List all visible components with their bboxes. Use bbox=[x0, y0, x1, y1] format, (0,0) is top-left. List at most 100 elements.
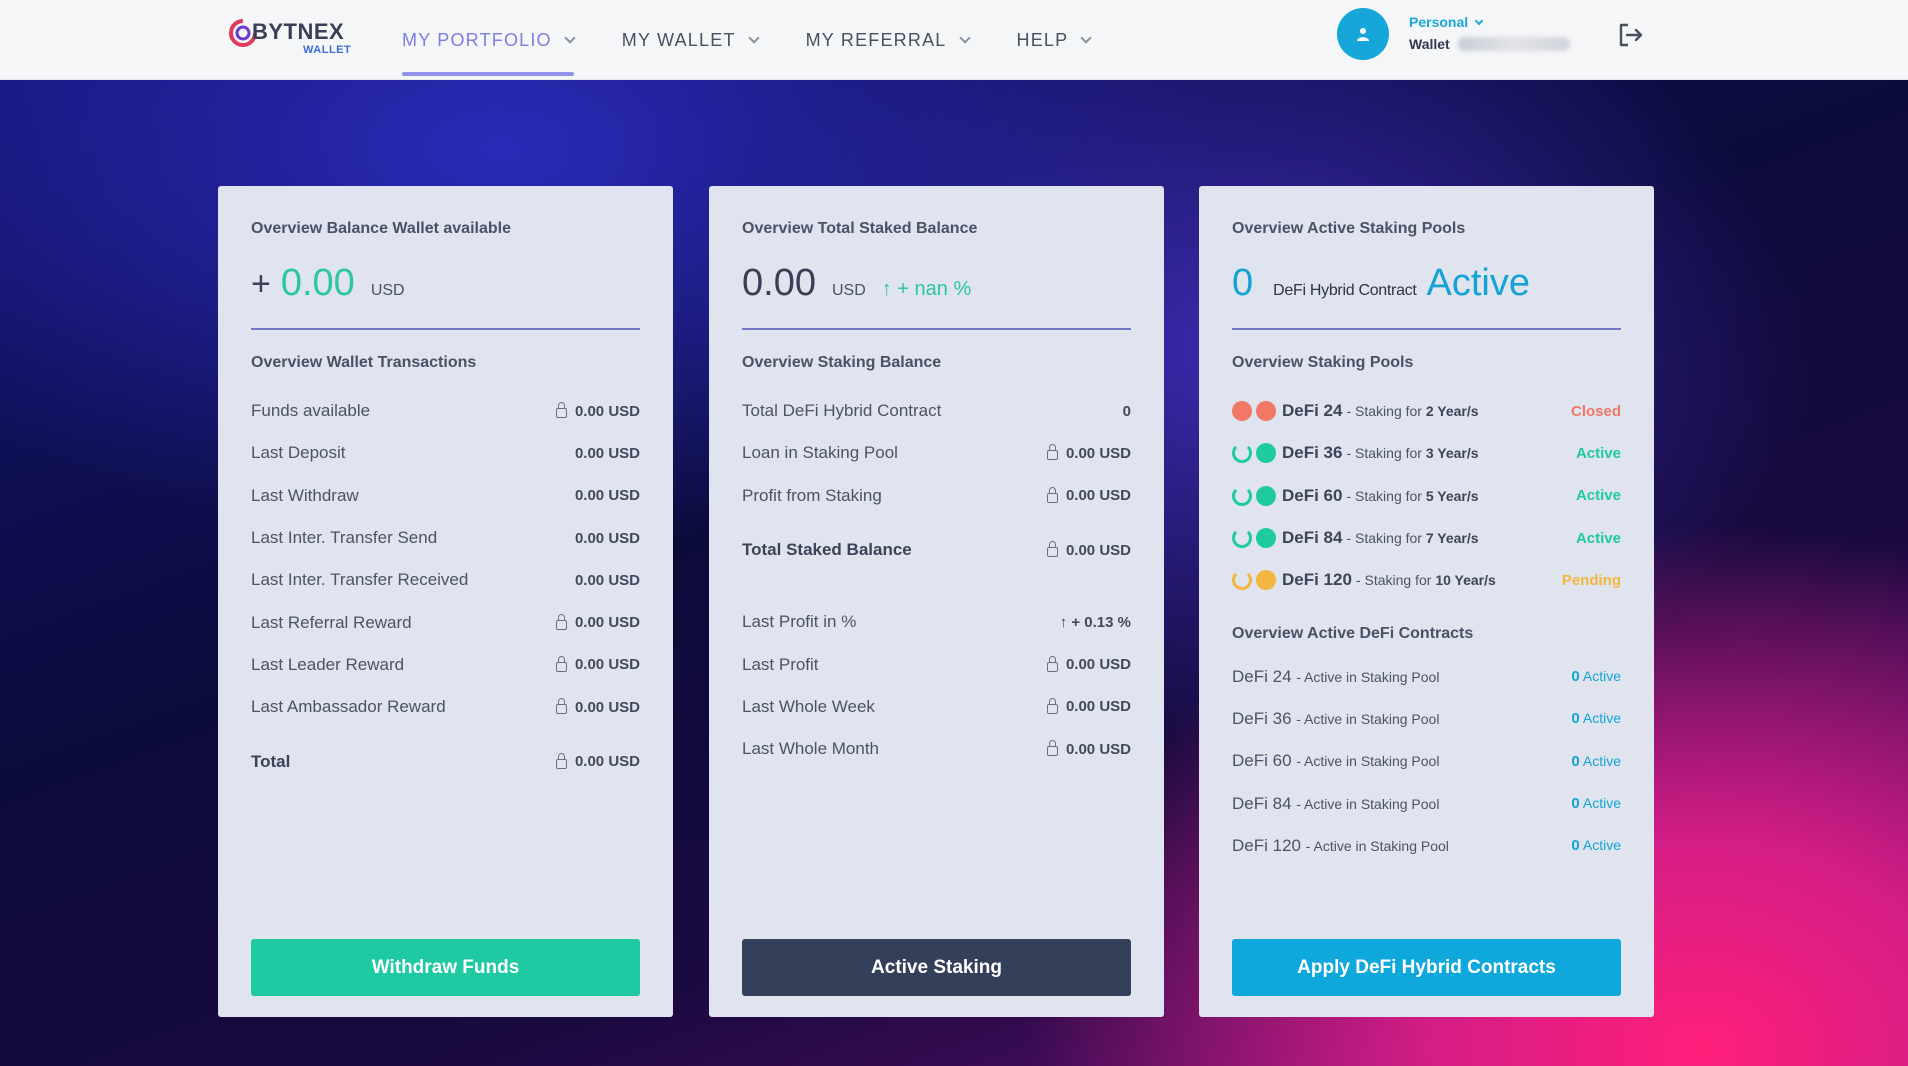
pool-name: DeFi 36 bbox=[1282, 443, 1343, 463]
row-label: Last Withdraw bbox=[251, 485, 359, 505]
defi-contract-row: DeFi 36 - Active in Staking Pool 0 Active bbox=[1232, 698, 1621, 740]
contract-count: 0 Active bbox=[1571, 668, 1621, 685]
pool-info: DeFi 36- Staking for 3 Year/s bbox=[1232, 443, 1479, 464]
list-item: Last Withdraw 0.00 USD bbox=[251, 475, 640, 517]
row-value: 0.00 USD bbox=[1046, 541, 1131, 559]
nav-my-wallet[interactable]: MY WALLET bbox=[622, 0, 760, 80]
row-value: 0.00 USD bbox=[555, 613, 640, 632]
row-label: Last Ambassador Reward bbox=[251, 697, 446, 717]
card-title: Overview Total Staked Balance bbox=[742, 220, 978, 237]
defi-contract-row: DeFi 84 - Active in Staking Pool 0 Active bbox=[1232, 782, 1621, 824]
row-value-text: 0.00 USD bbox=[574, 614, 640, 632]
contract-desc: - Active in Staking Pool bbox=[1296, 795, 1440, 812]
staking-pools-card: Overview Active Staking Pools 0 DeFi Hyb… bbox=[1199, 186, 1654, 1017]
staked-unit: USD bbox=[831, 282, 866, 299]
list-item: Last Leader Reward 0.00 USD bbox=[251, 644, 640, 686]
active-contracts-state: Active bbox=[1426, 262, 1531, 304]
staking-pool-row[interactable]: DeFi 84- Staking for 7 Year/s Active bbox=[1232, 517, 1621, 559]
list-item: Profit from Staking 0.00 USD bbox=[742, 475, 1131, 517]
contract-count-number: 0 bbox=[1571, 752, 1580, 770]
contract-label: DeFi 60 - Active in Staking Pool bbox=[1232, 751, 1439, 771]
divider bbox=[251, 328, 640, 330]
nav-help[interactable]: HELP bbox=[1016, 0, 1092, 80]
pool-status-badge: Active bbox=[1575, 444, 1621, 462]
staking-pool-row[interactable]: DeFi 24- Staking for 2 Year/s Closed bbox=[1232, 390, 1621, 432]
row-value-text: 0 bbox=[1122, 402, 1131, 420]
pool-desc-text: - Staking for bbox=[1355, 572, 1436, 589]
pool-status-dots bbox=[1232, 528, 1282, 549]
pool-desc-text: - Staking for bbox=[1346, 445, 1426, 462]
row-value-text: 0.00 USD bbox=[574, 487, 640, 505]
pool-status-badge: Active bbox=[1575, 529, 1621, 547]
list-item: Total DeFi Hybrid Contract 0 bbox=[742, 390, 1131, 432]
nav-my-referral[interactable]: MY REFERRAL bbox=[806, 0, 971, 80]
pool-name: DeFi 60 bbox=[1282, 485, 1343, 505]
lock-icon bbox=[1046, 655, 1058, 672]
list-item: Total Staked Balance 0.00 USD bbox=[742, 529, 1131, 571]
logout-icon[interactable] bbox=[1617, 22, 1645, 48]
row-value: 0 bbox=[1123, 403, 1131, 420]
account-type-label: Personal bbox=[1409, 14, 1469, 30]
row-value: ↑ + 0.13 % bbox=[1060, 614, 1131, 631]
lock-icon bbox=[1046, 541, 1058, 558]
balance-sign: + bbox=[251, 265, 271, 303]
pool-name: DeFi 120 bbox=[1282, 570, 1352, 590]
row-label: Last Profit in % bbox=[742, 612, 857, 632]
list-item: Last Deposit 0.00 USD bbox=[251, 432, 640, 474]
pool-status-badge: Closed bbox=[1570, 402, 1621, 420]
row-value: 0.00 USD bbox=[1046, 655, 1131, 673]
pool-desc: - Staking for 3 Year/s bbox=[1346, 445, 1478, 461]
contract-label: DeFi 24 - Active in Staking Pool bbox=[1232, 667, 1439, 687]
row-value: 0.00 USD bbox=[1046, 740, 1131, 758]
pool-status-badge: Active bbox=[1575, 487, 1621, 505]
list-item: Total 0.00 USD bbox=[251, 740, 640, 782]
wallet-transactions-list: Funds available 0.00 USD Last Deposit 0.00 … bbox=[251, 390, 640, 783]
staking-pool-row[interactable]: DeFi 120- Staking for 10 Year/s Pending bbox=[1232, 559, 1621, 601]
nav-my-portfolio[interactable]: MY PORTFOLIO bbox=[402, 0, 576, 80]
row-value-text: ↑ + 0.13 % bbox=[1059, 613, 1131, 631]
staked-amount: 0.00 bbox=[742, 262, 816, 304]
balance-amount: 0.00 bbox=[280, 262, 355, 304]
pool-years: 2 Year/s bbox=[1425, 403, 1479, 420]
row-value: 0.00 USD bbox=[555, 402, 640, 420]
withdraw-funds-button[interactable]: Withdraw Funds bbox=[251, 939, 640, 996]
lock-icon bbox=[555, 698, 567, 715]
contract-state: Active bbox=[1579, 837, 1621, 854]
lock-icon bbox=[1046, 697, 1058, 714]
active-staking-button[interactable]: Active Staking bbox=[742, 939, 1131, 996]
row-label: Last Whole Week bbox=[742, 696, 875, 716]
staking-pool-row[interactable]: DeFi 36- Staking for 3 Year/s Active bbox=[1232, 432, 1621, 474]
row-label: Last Inter. Transfer Send bbox=[251, 528, 438, 548]
row-value: 0.00 USD bbox=[1046, 444, 1131, 462]
nav-label: HELP bbox=[1016, 29, 1069, 50]
section-title: Overview Active DeFi Contracts bbox=[1232, 625, 1474, 643]
row-value-text: 0.00 USD bbox=[574, 444, 640, 462]
defi-contract-row: DeFi 60 - Active in Staking Pool 0 Active bbox=[1232, 740, 1621, 782]
avatar[interactable] bbox=[1337, 8, 1389, 60]
wallet-balance: + 0.00 USD bbox=[251, 262, 640, 305]
row-value: 0.00 USD bbox=[575, 487, 640, 504]
contract-state: Active bbox=[1579, 752, 1621, 769]
row-label: Last Inter. Transfer Received bbox=[251, 570, 469, 590]
row-value-text: 0.00 USD bbox=[1065, 698, 1131, 716]
row-value: 0.00 USD bbox=[575, 445, 640, 462]
pool-status-dots bbox=[1232, 485, 1282, 506]
bytnex-logo[interactable]: BYTNEX WALLET bbox=[228, 14, 358, 58]
spinner-icon bbox=[1232, 528, 1252, 549]
wallet-balance-card: Overview Balance Wallet available + 0.00… bbox=[218, 186, 673, 1017]
staking-pool-row[interactable]: DeFi 60- Staking for 5 Year/s Active bbox=[1232, 475, 1621, 517]
apply-defi-contracts-button[interactable]: Apply DeFi Hybrid Contracts bbox=[1232, 939, 1621, 996]
row-value: 0.00 USD bbox=[1046, 486, 1131, 504]
row-label: Last Leader Reward bbox=[251, 654, 405, 674]
contract-name: DeFi 84 bbox=[1232, 793, 1297, 813]
lock-icon bbox=[1046, 444, 1058, 461]
account-type[interactable]: Personal bbox=[1409, 14, 1570, 30]
row-label: Last Whole Month bbox=[742, 739, 880, 759]
pool-info: DeFi 24- Staking for 2 Year/s bbox=[1232, 401, 1479, 422]
logo-subtext: WALLET bbox=[303, 44, 352, 56]
account-switcher[interactable]: Personal Wallet bbox=[1409, 14, 1570, 52]
balance-unit: USD bbox=[370, 282, 405, 299]
row-label: Last Deposit bbox=[251, 443, 346, 463]
divider bbox=[742, 328, 1131, 330]
spinner-icon bbox=[1232, 485, 1252, 506]
